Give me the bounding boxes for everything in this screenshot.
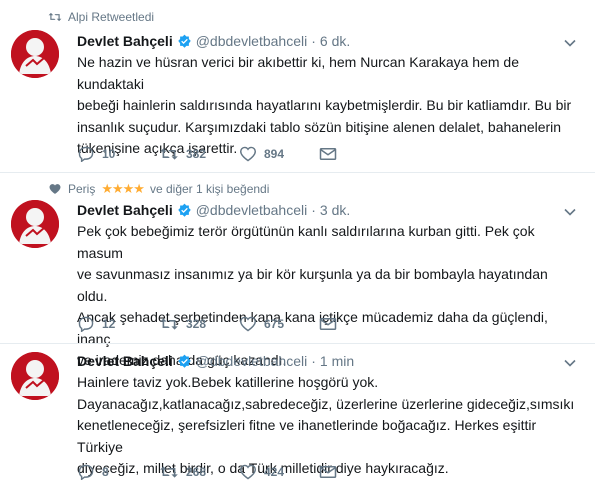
like-count: 424 (264, 465, 285, 479)
retweet-count: 328 (186, 317, 207, 331)
tweet-header: Devlet Bahçeli @dbdevletbahceli · 3 dk. (77, 202, 350, 218)
envelope-icon (319, 148, 337, 160)
verified-badge-icon (177, 203, 192, 218)
chevron-down-icon[interactable] (563, 36, 577, 50)
reply-button[interactable]: 8 (77, 464, 159, 480)
reply-button[interactable]: 10 (77, 146, 159, 162)
like-context: Periş ★★★★ ve diğer 1 kişi beğendi (48, 181, 269, 197)
retweet-icon (160, 466, 178, 478)
tweet-actions: 12 328 675 (77, 316, 337, 332)
author-name[interactable]: Devlet Bahçeli (77, 353, 173, 369)
tweet-actions: 10 382 894 (77, 146, 337, 162)
tweet-time[interactable]: 1 min (320, 353, 354, 369)
tweet-time[interactable]: 6 dk. (320, 33, 350, 49)
reply-count: 12 (102, 317, 116, 331)
like-context-user[interactable]: Periş (68, 182, 95, 196)
chevron-down-icon[interactable] (563, 205, 577, 219)
avatar[interactable] (11, 200, 59, 248)
heart-icon (239, 464, 257, 480)
author-handle[interactable]: @dbdevletbahceli (196, 353, 308, 369)
reply-button[interactable]: 12 (77, 316, 159, 332)
heart-icon (239, 146, 257, 162)
like-count: 894 (264, 147, 285, 161)
author-name[interactable]: Devlet Bahçeli (77, 33, 173, 49)
retweet-count: 268 (186, 465, 207, 479)
retweet-icon (160, 318, 178, 330)
like-button[interactable]: 424 (239, 464, 319, 480)
retweet-icon (48, 11, 62, 23)
tweet-actions: 8 268 424 (77, 464, 337, 480)
reply-icon (78, 464, 94, 480)
direct-message-button[interactable] (319, 465, 337, 479)
direct-message-button[interactable] (319, 317, 337, 331)
reply-icon (78, 316, 94, 332)
tweet-time[interactable]: 3 dk. (320, 202, 350, 218)
separator-dot: · (311, 33, 316, 49)
retweet-context: Alpi Retweetledi (48, 10, 154, 24)
avatar[interactable] (11, 352, 59, 400)
retweet-context-text[interactable]: Alpi Retweetledi (68, 10, 154, 24)
tweet-3[interactable]: Devlet Bahçeli @dbdevletbahceli · 1 min … (0, 344, 595, 487)
like-context-stars: ★★★★ (101, 181, 145, 196)
tweet-2[interactable]: Periş ★★★★ ve diğer 1 kişi beğendi Devle… (0, 173, 595, 368)
retweet-button[interactable]: 382 (159, 146, 239, 162)
heart-icon (239, 316, 257, 332)
verified-badge-icon (177, 354, 192, 369)
verified-badge-icon (177, 34, 192, 49)
chevron-down-icon[interactable] (563, 356, 577, 370)
envelope-icon (319, 318, 337, 330)
tweet-header: Devlet Bahçeli @dbdevletbahceli · 1 min (77, 353, 354, 369)
heart-icon (48, 183, 62, 195)
separator-dot: · (311, 353, 316, 369)
like-button[interactable]: 894 (239, 146, 319, 162)
like-context-suffix[interactable]: ve diğer 1 kişi beğendi (150, 182, 269, 196)
retweet-icon (160, 148, 178, 160)
reply-count: 10 (102, 147, 116, 161)
author-handle[interactable]: @dbdevletbahceli (196, 33, 308, 49)
direct-message-button[interactable] (319, 147, 337, 161)
like-count: 675 (264, 317, 285, 331)
avatar[interactable] (11, 30, 59, 78)
tweet-text-content: Ne hazin ve hüsran verici bir akıbettir … (77, 54, 572, 156)
separator-dot: · (311, 202, 316, 218)
like-button[interactable]: 675 (239, 316, 319, 332)
author-name[interactable]: Devlet Bahçeli (77, 202, 173, 218)
reply-count: 8 (102, 465, 109, 479)
reply-icon (78, 146, 94, 162)
tweet-text: Ne hazin ve hüsran verici bir akıbettir … (77, 52, 577, 160)
retweet-button[interactable]: 328 (159, 316, 239, 332)
author-handle[interactable]: @dbdevletbahceli (196, 202, 308, 218)
tweet-header: Devlet Bahçeli @dbdevletbahceli · 6 dk. (77, 33, 350, 49)
retweet-button[interactable]: 268 (159, 464, 239, 480)
retweet-count: 382 (186, 147, 207, 161)
tweet-1[interactable]: Alpi Retweetledi Devlet Bahçeli @dbdevle… (0, 0, 595, 170)
envelope-icon (319, 466, 337, 478)
